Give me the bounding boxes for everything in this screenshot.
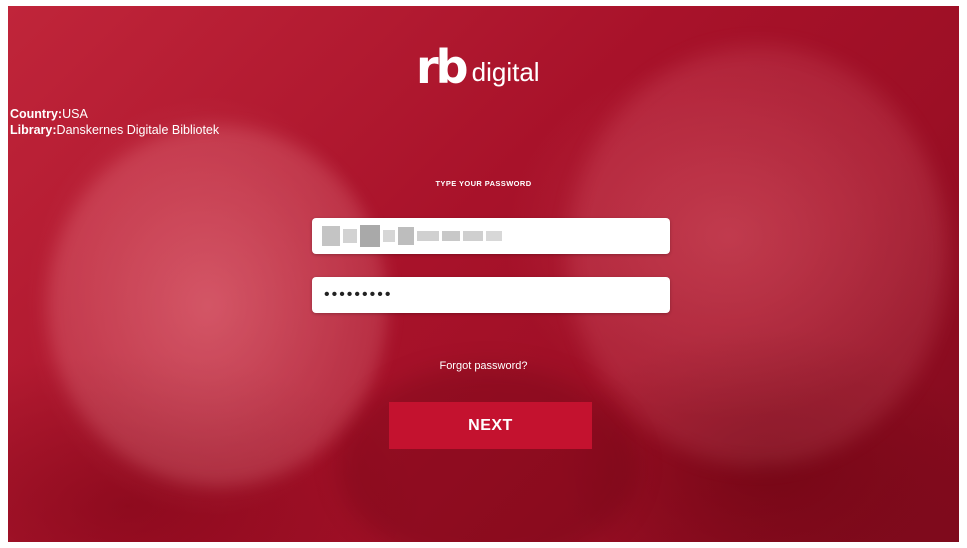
background-photo-shadow [338, 366, 638, 542]
rbdigital-logo: rb digital [416, 40, 540, 90]
forgot-password-link[interactable]: Forgot password? [8, 360, 959, 372]
next-button[interactable]: NEXT [389, 402, 592, 449]
location-info: Country:USA Library:Danskernes Digitale … [10, 106, 219, 138]
country-label: Country: [10, 107, 63, 121]
country-row: Country:USA [10, 106, 219, 122]
library-row: Library:Danskernes Digitale Bibliotek [10, 122, 219, 138]
background-photo-head [568, 46, 948, 466]
login-screen: rb digital Country:USA Library:Danskerne… [8, 6, 959, 542]
logo-mark: rb [416, 40, 469, 94]
country-value: USA [62, 107, 88, 121]
password-field[interactable] [312, 277, 670, 313]
redacted-username [322, 224, 512, 248]
logo-text: digital [471, 57, 540, 87]
library-value: Danskernes Digitale Bibliotek [56, 123, 220, 137]
username-field[interactable] [312, 218, 670, 254]
password-prompt: TYPE YOUR PASSWORD [435, 179, 532, 188]
library-label: Library: [10, 123, 57, 137]
